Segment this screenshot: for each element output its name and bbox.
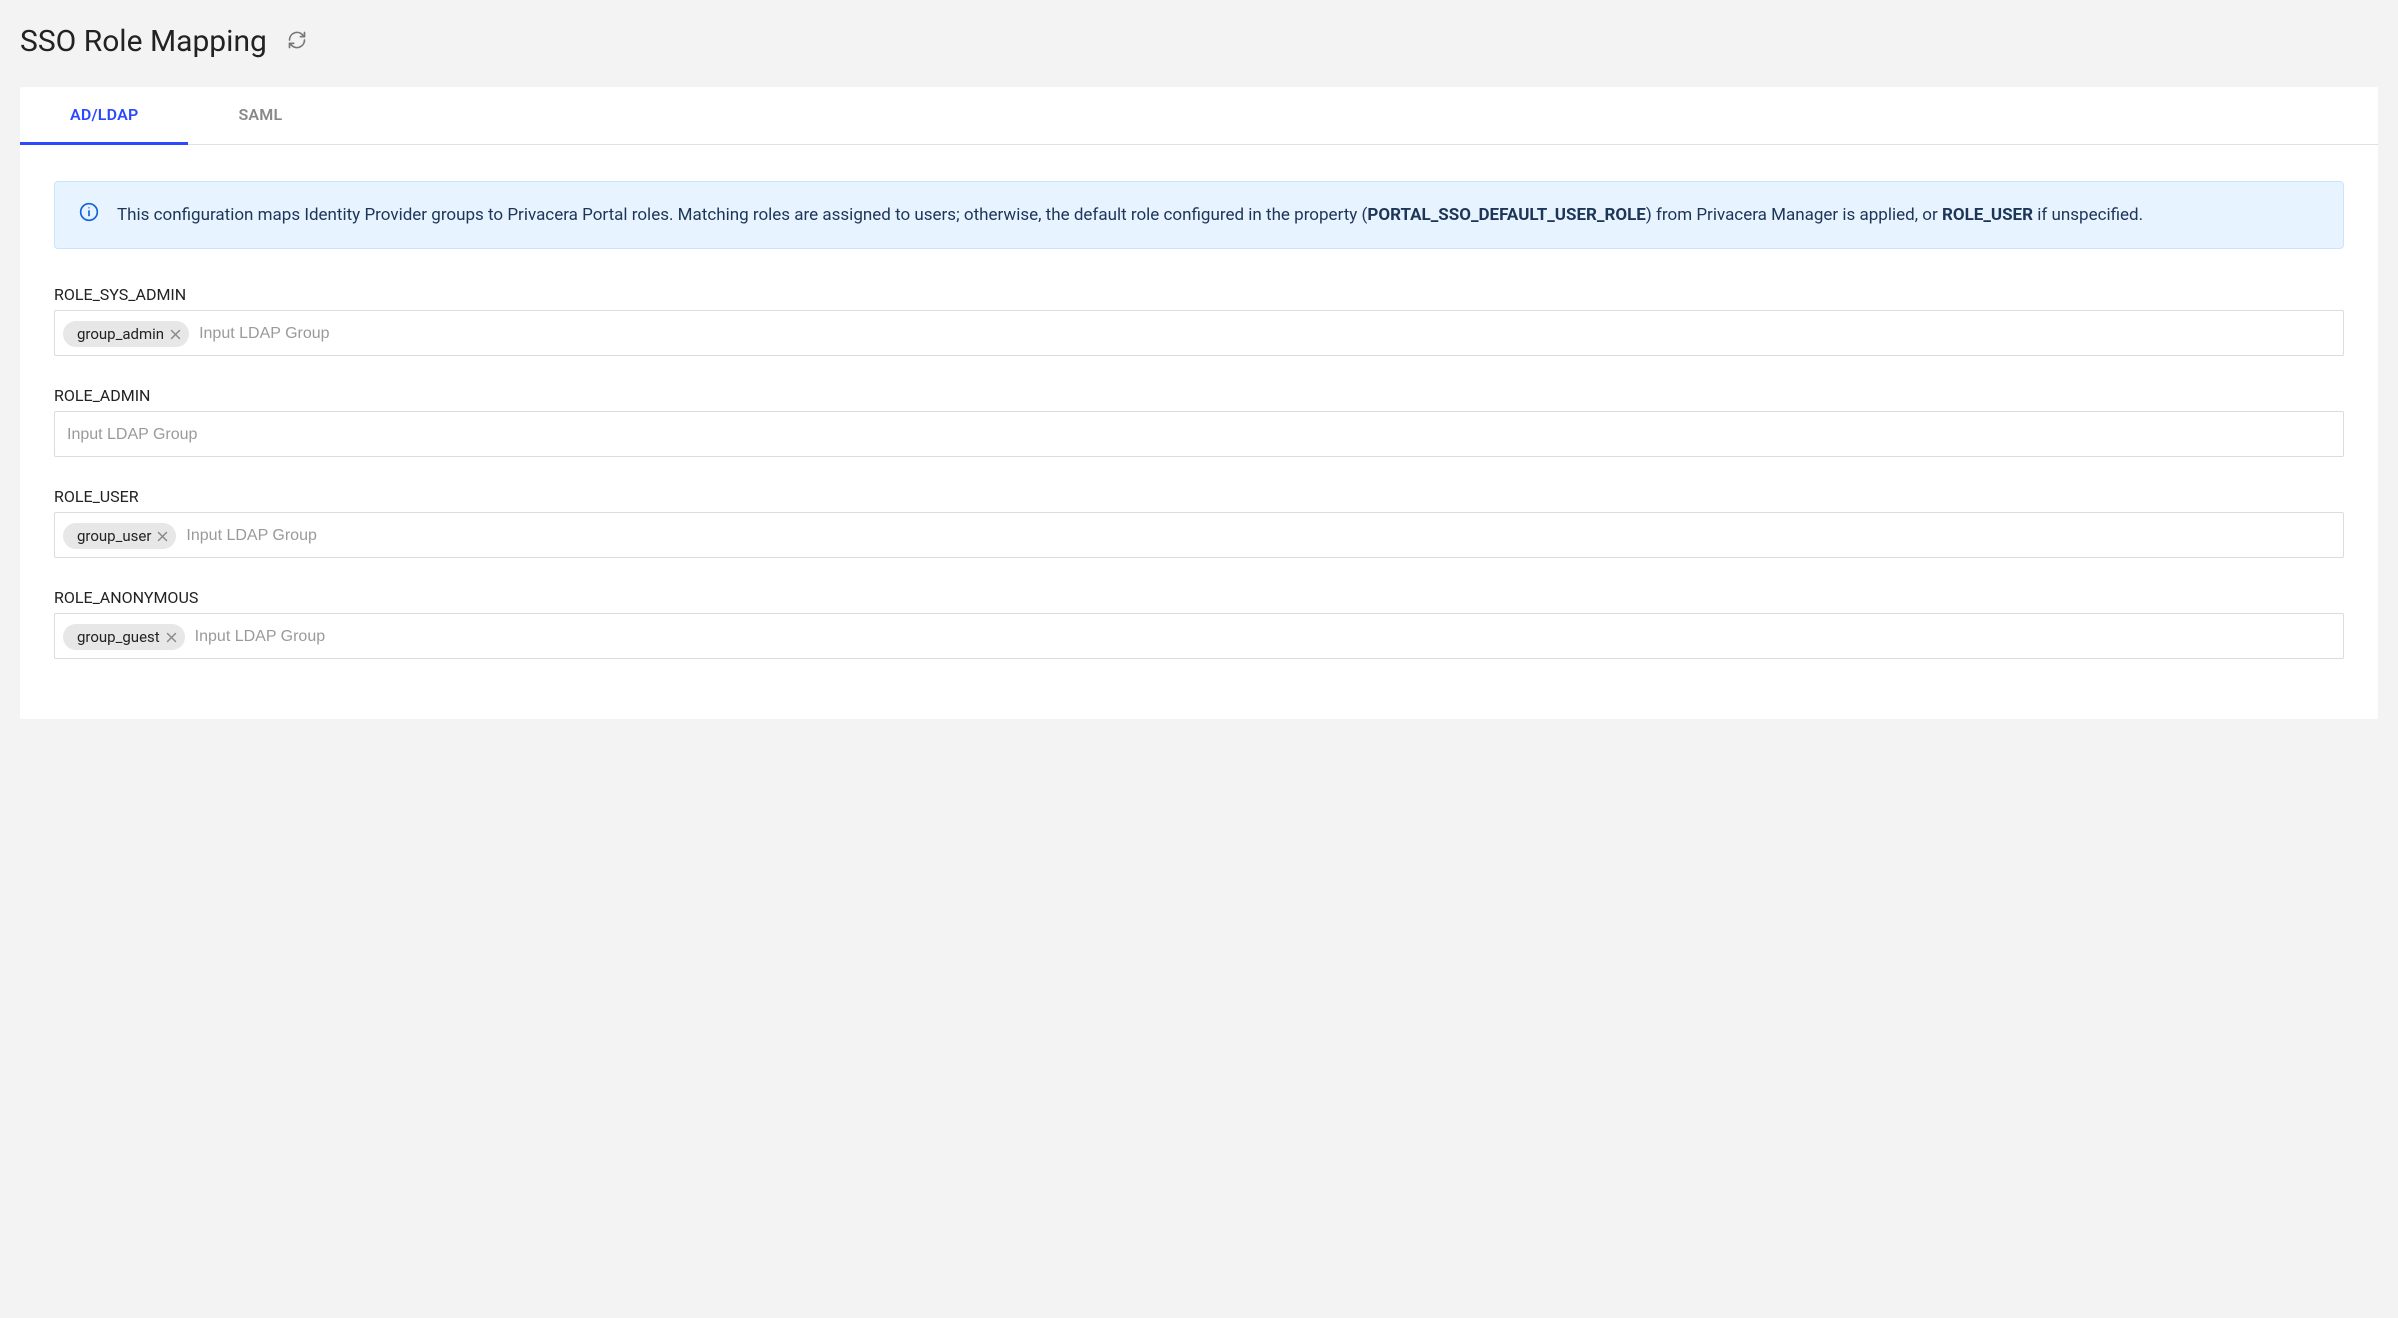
tabs-bar: AD/LDAP SAML xyxy=(20,87,2378,145)
tag-input-user[interactable]: group_user xyxy=(54,512,2344,558)
role-section-anonymous: ROLE_ANONYMOUS group_guest xyxy=(54,588,2344,659)
tag-remove-icon[interactable] xyxy=(157,531,168,542)
tag: group_guest xyxy=(63,624,185,650)
tag-remove-icon[interactable] xyxy=(166,632,177,643)
tab-saml[interactable]: SAML xyxy=(188,87,332,145)
tag-text: group_guest xyxy=(77,628,160,646)
role-section-sys-admin: ROLE_SYS_ADMIN group_admin xyxy=(54,285,2344,356)
role-label: ROLE_SYS_ADMIN xyxy=(54,285,2344,304)
tag-input-sys-admin[interactable]: group_admin xyxy=(54,310,2344,356)
tag-remove-icon[interactable] xyxy=(170,329,181,340)
page-title: SSO Role Mapping xyxy=(20,24,267,59)
role-section-user: ROLE_USER group_user xyxy=(54,487,2344,558)
ldap-group-input[interactable] xyxy=(195,317,2335,351)
info-text-bold1: PORTAL_SSO_DEFAULT_USER_ROLE xyxy=(1367,205,1645,225)
info-icon xyxy=(79,202,99,222)
tag-input-anonymous[interactable]: group_guest xyxy=(54,613,2344,659)
ldap-group-input[interactable] xyxy=(182,519,2335,553)
main-card: AD/LDAP SAML This configuration maps Ide… xyxy=(20,87,2378,719)
page-root: SSO Role Mapping AD/LDAP SAML xyxy=(0,0,2398,779)
tab-content: This configuration maps Identity Provide… xyxy=(20,145,2378,719)
page-header: SSO Role Mapping xyxy=(20,24,2378,59)
info-text-bold2: ROLE_USER xyxy=(1942,205,2033,225)
tag-input-admin[interactable] xyxy=(54,411,2344,457)
info-text: This configuration maps Identity Provide… xyxy=(117,202,2143,228)
role-section-admin: ROLE_ADMIN xyxy=(54,386,2344,457)
tab-ad-ldap[interactable]: AD/LDAP xyxy=(20,87,188,145)
tag: group_user xyxy=(63,523,176,549)
ldap-group-input[interactable] xyxy=(63,418,2335,452)
refresh-icon xyxy=(287,30,307,53)
tag-text: group_admin xyxy=(77,325,164,343)
tag-text: group_user xyxy=(77,527,151,545)
info-text-mid: ) from Privacera Manager is applied, or xyxy=(1646,205,1942,225)
tag: group_admin xyxy=(63,321,189,347)
info-text-after: if unspecified. xyxy=(2033,205,2143,225)
role-label: ROLE_ANONYMOUS xyxy=(54,588,2344,607)
info-text-part1: This configuration maps Identity Provide… xyxy=(117,205,1367,225)
ldap-group-input[interactable] xyxy=(191,620,2335,654)
role-label: ROLE_ADMIN xyxy=(54,386,2344,405)
role-label: ROLE_USER xyxy=(54,487,2344,506)
info-box: This configuration maps Identity Provide… xyxy=(54,181,2344,249)
refresh-button[interactable] xyxy=(283,26,311,57)
